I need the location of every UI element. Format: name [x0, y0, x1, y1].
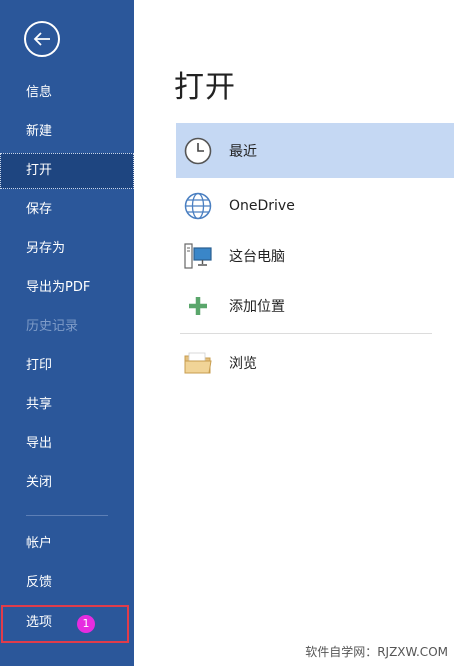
globe-icon [183, 191, 213, 221]
step-badge: 1 [77, 615, 95, 633]
location-label: 最近 [229, 143, 257, 160]
clock-icon [183, 136, 213, 166]
locations-divider [180, 333, 432, 334]
nav-feedback[interactable]: 反馈 [0, 565, 134, 601]
open-panel: 打开 最近 OneDrive 这台电脑 添加位置 浏览 软件自学网：RJZXW.… [134, 0, 454, 666]
nav-save-as[interactable]: 另存为 [0, 231, 134, 267]
nav-export-pdf[interactable]: 导出为PDF [0, 270, 134, 306]
location-label: 浏览 [229, 356, 257, 372]
nav-options[interactable]: 选项 [0, 605, 134, 641]
location-recent[interactable]: 最近 [176, 123, 454, 178]
back-arrow-icon [33, 32, 50, 46]
nav-share[interactable]: 共享 [0, 387, 134, 423]
nav-open[interactable]: 打开 [0, 153, 134, 189]
location-add-place[interactable]: 添加位置 [176, 280, 454, 332]
location-browse[interactable]: 浏览 [176, 337, 454, 389]
watermark: 软件自学网：RJZXW.COM [305, 645, 448, 659]
location-onedrive[interactable]: OneDrive [176, 180, 454, 232]
nav-print[interactable]: 打印 [0, 348, 134, 384]
backstage-sidebar: 信息 新建 打开 保存 另存为 导出为PDF 历史记录 打印 共享 导出 关闭 … [0, 0, 134, 666]
back-button[interactable] [24, 21, 60, 57]
nav-history: 历史记录 [26, 319, 79, 334]
nav-info[interactable]: 信息 [0, 75, 134, 111]
nav-account[interactable]: 帐户 [0, 526, 134, 562]
folder-icon [183, 348, 213, 378]
plus-icon [183, 291, 213, 321]
nav-new[interactable]: 新建 [0, 114, 134, 150]
location-label: 这台电脑 [229, 249, 285, 265]
sidebar-divider [26, 515, 108, 516]
location-label: OneDrive [229, 198, 295, 214]
location-this-pc[interactable]: 这台电脑 [176, 230, 454, 282]
page-title: 打开 [174, 70, 236, 105]
location-label: 添加位置 [229, 299, 285, 315]
computer-icon [183, 241, 213, 271]
nav-close[interactable]: 关闭 [0, 465, 134, 501]
nav-save[interactable]: 保存 [0, 192, 134, 228]
nav-export[interactable]: 导出 [0, 426, 134, 462]
